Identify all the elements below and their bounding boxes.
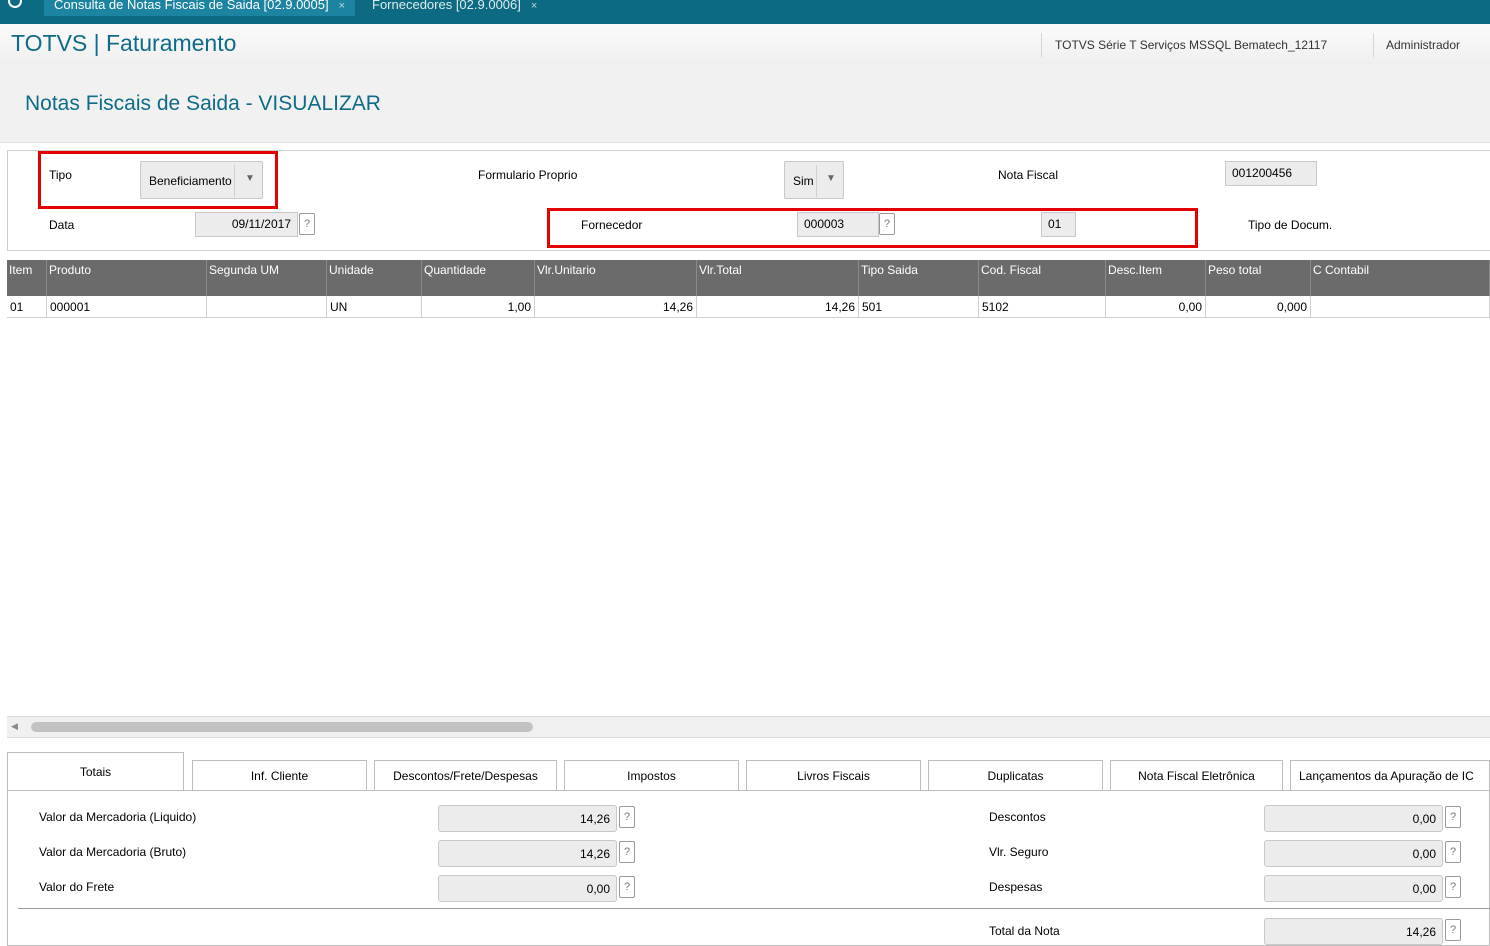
- tab-nota-fiscal-eletronica[interactable]: Nota Fiscal Eletrônica: [1110, 760, 1283, 790]
- column-header[interactable]: Quantidade: [422, 260, 535, 296]
- column-header[interactable]: Unidade: [327, 260, 422, 296]
- tab-totais[interactable]: Totais: [7, 752, 184, 791]
- close-icon[interactable]: ×: [339, 0, 345, 12]
- help-button[interactable]: ?: [1445, 806, 1461, 828]
- valor-mercadoria-bruto-field[interactable]: 14,26: [438, 840, 617, 867]
- help-button[interactable]: ?: [619, 876, 635, 898]
- close-icon[interactable]: ×: [531, 0, 537, 12]
- despesas-label: Despesas: [989, 880, 1043, 894]
- nota-fiscal-label: Nota Fiscal: [998, 168, 1059, 182]
- data-field[interactable]: 09/11/2017: [195, 212, 298, 237]
- total-nota-label: Total da Nota: [989, 924, 1060, 938]
- header-divider: [1373, 33, 1374, 57]
- user-name[interactable]: Administrador: [1386, 38, 1460, 52]
- data-label: Data: [49, 218, 75, 232]
- valor-frete-field[interactable]: 0,00: [438, 875, 617, 902]
- formulario-proprio-select[interactable]: Sim ▼: [784, 161, 844, 199]
- tab-bar: Consulta de Notas Fiscais de Saida [02.9…: [0, 0, 1490, 24]
- valor-mercadoria-liquido-field[interactable]: 14,26: [438, 805, 617, 832]
- column-header[interactable]: Produto: [47, 260, 207, 296]
- help-button[interactable]: ?: [1445, 841, 1461, 863]
- tab-label: Consulta de Notas Fiscais de Saida [02.9…: [54, 0, 329, 12]
- help-button[interactable]: ?: [619, 841, 635, 863]
- tab-consulta-notas[interactable]: Consulta de Notas Fiscais de Saida [02.9…: [44, 0, 356, 16]
- table-cell[interactable]: 0,00: [1106, 296, 1206, 318]
- descontos-label: Descontos: [989, 810, 1046, 824]
- table-cell[interactable]: [1311, 296, 1490, 318]
- tab-impostos[interactable]: Impostos: [564, 760, 739, 790]
- column-header[interactable]: Vlr.Unitario: [535, 260, 697, 296]
- page-title: Notas Fiscais de Saida - VISUALIZAR: [25, 92, 381, 115]
- help-button[interactable]: ?: [1445, 876, 1461, 898]
- tab-lancamentos-apuracao[interactable]: Lançamentos da Apuração de IC: [1290, 760, 1490, 790]
- valor-frete-label: Valor do Frete: [39, 880, 115, 894]
- highlight-box: [547, 208, 1198, 248]
- table-cell[interactable]: 501: [859, 296, 979, 318]
- tab-descontos-frete-despesas[interactable]: Descontos/Frete/Despesas: [374, 760, 557, 790]
- table-cell[interactable]: 01: [7, 296, 47, 318]
- formulario-proprio-label: Formulario Proprio: [478, 168, 578, 182]
- table-cell[interactable]: [207, 296, 327, 318]
- tab-livros-fiscais[interactable]: Livros Fiscais: [746, 760, 921, 790]
- column-header[interactable]: Vlr.Total: [697, 260, 859, 296]
- data-help-button[interactable]: ?: [299, 213, 315, 235]
- header-divider: [1041, 33, 1042, 57]
- column-header[interactable]: Item: [7, 260, 47, 296]
- vlr-seguro-label: Vlr. Seguro: [989, 845, 1049, 859]
- app-header: TOTVS | Faturamento TOTVS Série T Serviç…: [0, 24, 1490, 65]
- chevron-down-icon: ▼: [826, 173, 836, 184]
- environment-label[interactable]: TOTVS Série T Serviços MSSQL Bematech_12…: [1055, 38, 1327, 52]
- tab-duplicatas[interactable]: Duplicatas: [928, 760, 1103, 790]
- tab-label: Fornecedores [02.9.0006]: [372, 0, 521, 12]
- highlight-box: [38, 151, 278, 209]
- column-header[interactable]: Peso total: [1206, 260, 1311, 296]
- scroll-left-icon[interactable]: ◀: [11, 721, 18, 732]
- column-header[interactable]: Desc.Item: [1106, 260, 1206, 296]
- app-title: TOTVS | Faturamento: [11, 30, 237, 56]
- nota-fiscal-field[interactable]: 001200456: [1225, 161, 1317, 186]
- totvs-logo-icon: [8, 0, 22, 8]
- column-header[interactable]: Cod. Fiscal: [979, 260, 1106, 296]
- tipo-documento-label: Tipo de Docum.: [1248, 218, 1333, 232]
- tab-fornecedores[interactable]: Fornecedores [02.9.0006] ×: [362, 0, 547, 16]
- horizontal-scrollbar[interactable]: ◀: [7, 716, 1490, 738]
- scrollbar-thumb[interactable]: [31, 722, 533, 732]
- vlr-seguro-field[interactable]: 0,00: [1264, 840, 1443, 867]
- valor-mercadoria-bruto-label: Valor da Mercadoria (Bruto): [39, 845, 187, 859]
- help-button[interactable]: ?: [1445, 919, 1461, 941]
- help-button[interactable]: ?: [619, 806, 635, 828]
- valor-mercadoria-liquido-label: Valor da Mercadoria (Liquido): [39, 810, 197, 824]
- column-header[interactable]: Tipo Saida: [859, 260, 979, 296]
- table-cell[interactable]: 14,26: [697, 296, 859, 318]
- total-nota-field[interactable]: 14,26: [1264, 918, 1443, 945]
- despesas-field[interactable]: 0,00: [1264, 875, 1443, 902]
- table-cell[interactable]: 1,00: [422, 296, 535, 318]
- table-cell[interactable]: 5102: [979, 296, 1106, 318]
- table-cell[interactable]: 14,26: [535, 296, 697, 318]
- page-title-bar: Notas Fiscais de Saida - VISUALIZAR: [0, 64, 1490, 143]
- column-header[interactable]: Segunda UM: [207, 260, 327, 296]
- column-header[interactable]: C Contabil: [1311, 260, 1490, 296]
- table-cell[interactable]: UN: [327, 296, 422, 318]
- table-cell[interactable]: 0,000: [1206, 296, 1311, 318]
- descontos-field[interactable]: 0,00: [1264, 805, 1443, 832]
- divider: [18, 908, 1490, 909]
- formulario-value: Sim: [793, 174, 814, 188]
- table-cell[interactable]: 000001: [47, 296, 207, 318]
- tab-inf-cliente[interactable]: Inf. Cliente: [192, 760, 367, 790]
